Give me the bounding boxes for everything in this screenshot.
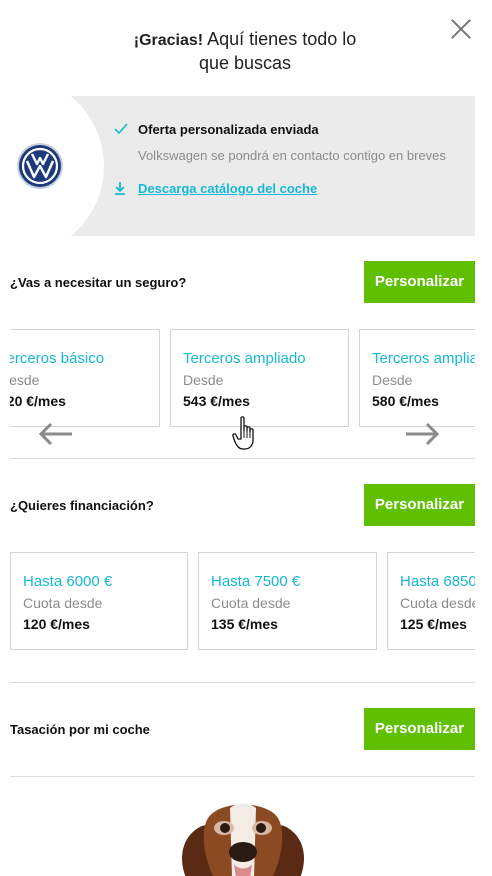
arrow-right-icon[interactable]	[404, 422, 440, 446]
card-price: 120 €/mes	[23, 616, 90, 632]
offer-subtitle: Volkswagen se pondrá en contacto contigo…	[138, 148, 446, 163]
card-title: Hasta 7500 €	[211, 573, 301, 590]
card-price: 580 €/mes	[372, 393, 439, 409]
hand-cursor-icon	[232, 416, 254, 450]
download-icon[interactable]	[114, 181, 126, 195]
financing-carousel: Hasta 6000 € Cuota desde 120 €/mes Hasta…	[10, 552, 475, 652]
card-price: 125 €/mes	[400, 616, 467, 632]
insurance-personalize-button[interactable]: Personalizar	[364, 261, 475, 303]
vw-logo	[17, 143, 63, 189]
card-subtitle: Desde	[183, 372, 224, 388]
card-subtitle: Cuota desde	[23, 595, 103, 611]
card-subtitle: Desde	[372, 372, 413, 388]
confirmation-panel: Oferta personalizada enviada Volkswagen …	[10, 96, 475, 236]
card-title: Terceros ampliado	[183, 350, 306, 367]
insurance-card[interactable]: Terceros ampliado Desde 543 €/mes	[170, 329, 349, 427]
arrow-left-icon[interactable]	[38, 422, 74, 446]
insurance-card[interactable]: Terceros ampliado Desde 580 €/mes	[359, 329, 475, 427]
card-price: 420 €/mes	[10, 393, 66, 409]
title-line1: Aquí tienes todo lo	[203, 29, 357, 49]
financing-card[interactable]: Hasta 6850 € Cuota desde 125 €/mes	[387, 552, 475, 650]
card-subtitle: Cuota desde	[400, 595, 475, 611]
card-subtitle: Desde	[10, 372, 40, 388]
title-bold: ¡Gracias!	[133, 32, 204, 49]
card-title: Terceros básico	[10, 350, 105, 367]
appraisal-question: Tasación por mi coche	[10, 722, 150, 737]
financing-personalize-button[interactable]: Personalizar	[364, 484, 475, 526]
card-title: Terceros ampliado	[372, 350, 475, 367]
insurance-question: ¿Vas a necesitar un seguro?	[10, 275, 187, 290]
card-price: 135 €/mes	[211, 616, 278, 632]
financing-card[interactable]: Hasta 7500 € Cuota desde 135 €/mes	[198, 552, 377, 650]
financing-card[interactable]: Hasta 6000 € Cuota desde 120 €/mes	[10, 552, 188, 650]
close-icon[interactable]	[450, 18, 472, 40]
section-divider	[10, 776, 475, 777]
card-price: 543 €/mes	[183, 393, 250, 409]
offer-title: Oferta personalizada enviada	[138, 122, 319, 137]
financing-question: ¿Quieres financiación?	[10, 498, 154, 513]
card-title: Hasta 6850 €	[400, 573, 475, 590]
card-title: Hasta 6000 €	[23, 573, 113, 590]
download-catalog-link[interactable]: Descarga catálogo del coche	[138, 181, 317, 196]
appraisal-personalize-button[interactable]: Personalizar	[364, 708, 475, 750]
card-subtitle: Cuota desde	[211, 595, 291, 611]
title-line2: que buscas	[198, 53, 292, 73]
insurance-carousel: Terceros básico Desde 420 €/mes Terceros…	[10, 329, 475, 429]
insurance-card[interactable]: Terceros básico Desde 420 €/mes	[10, 329, 160, 427]
check-icon	[114, 123, 128, 135]
dog-illustration	[182, 803, 304, 876]
section-divider	[10, 682, 475, 683]
page-title: ¡Gracias! Aquí tienes todo lo que buscas	[120, 28, 370, 75]
section-divider	[10, 458, 475, 459]
